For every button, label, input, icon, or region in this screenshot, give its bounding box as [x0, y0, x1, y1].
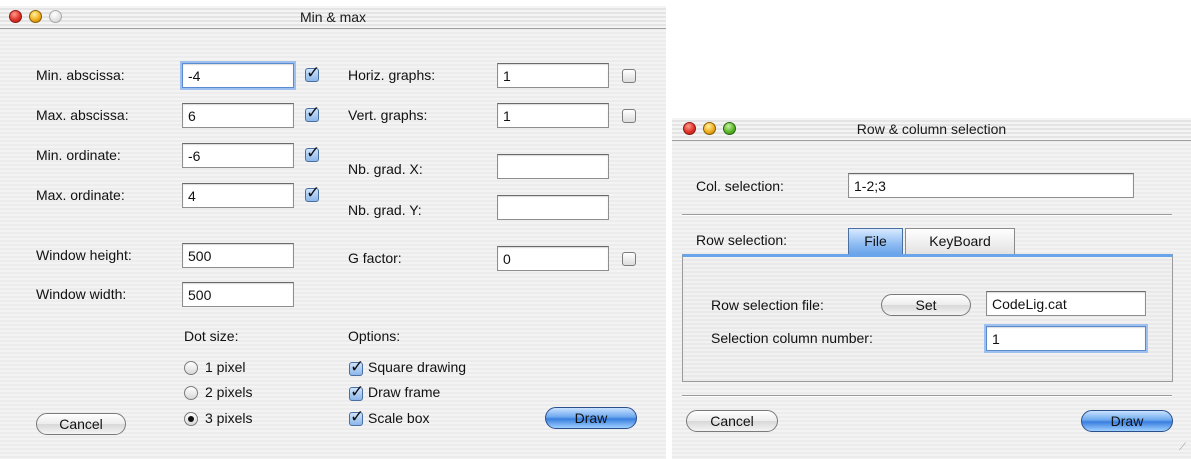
dot-size-label: Dot size: [184, 328, 239, 344]
check-icon: ✓ [306, 63, 321, 82]
window-title: Min & max [299, 9, 367, 25]
horiz-graphs-field[interactable]: 1 [497, 63, 609, 88]
tab-keyboard[interactable]: KeyBoard [905, 228, 1015, 254]
min-abscissa-checkbox[interactable]: ✓ [305, 64, 320, 82]
vert-graphs-checkbox[interactable] [622, 109, 636, 123]
titlebar[interactable]: Min & max [0, 6, 666, 29]
max-ordinate-field[interactable]: 4 [182, 183, 294, 208]
selection-column-field[interactable]: 1 [986, 326, 1146, 351]
square-drawing-checkbox[interactable]: ✓ [349, 358, 364, 376]
draw-button[interactable]: Draw [545, 407, 637, 429]
dot-size-option-2[interactable]: 2 pixels [205, 384, 252, 400]
nb-grad-y-label: Nb. grad. Y: [348, 202, 422, 218]
row-selection-file-field[interactable]: CodeLig.cat [986, 291, 1146, 316]
horiz-graphs-label: Horiz. graphs: [348, 67, 436, 83]
window-title: Row & column selection [856, 121, 1007, 137]
dot-size-radio-3[interactable] [184, 412, 198, 426]
draw-frame-checkbox[interactable]: ✓ [349, 383, 364, 401]
vert-graphs-field[interactable]: 1 [497, 103, 609, 128]
check-icon: ✓ [306, 143, 321, 162]
min-abscissa-field[interactable]: -4 [182, 63, 294, 88]
g-factor-label: G factor: [348, 250, 402, 266]
dot-size-option-3[interactable]: 3 pixels [205, 410, 252, 426]
scale-box-checkbox[interactable]: ✓ [349, 408, 364, 426]
selection-column-label: Selection column number: [711, 330, 873, 346]
nb-grad-x-field[interactable] [497, 154, 609, 179]
window-width-field[interactable]: 500 [182, 282, 294, 307]
nb-grad-x-label: Nb. grad. X: [348, 161, 423, 177]
window-height-field[interactable]: 500 [182, 243, 294, 268]
row-column-window: Row & column selection Col. selection: 1… [672, 118, 1191, 459]
check-icon: ✓ [306, 103, 321, 122]
check-icon: ✓ [350, 357, 365, 376]
dot-size-option-1[interactable]: 1 pixel [205, 359, 245, 375]
scale-box-label[interactable]: Scale box [368, 410, 429, 426]
cancel-button[interactable]: Cancel [686, 410, 778, 432]
min-max-window: Min & max Min. abscissa: -4 ✓ Max. absci… [0, 6, 666, 459]
separator [682, 214, 1172, 216]
min-ordinate-label: Min. ordinate: [36, 147, 121, 163]
options-label: Options: [348, 328, 401, 344]
max-abscissa-label: Max. abscissa: [36, 107, 129, 123]
min-ordinate-checkbox[interactable]: ✓ [305, 144, 320, 162]
window-height-label: Window height: [36, 247, 132, 263]
tab-panel-file: Row selection file: Set CodeLig.cat Sele… [682, 254, 1173, 382]
col-selection-field[interactable]: 1-2;3 [848, 173, 1134, 198]
dot-size-radio-2[interactable] [184, 386, 198, 400]
horiz-graphs-checkbox[interactable] [622, 69, 636, 83]
max-abscissa-checkbox[interactable]: ✓ [305, 104, 320, 122]
check-icon: ✓ [350, 407, 365, 426]
draw-frame-label[interactable]: Draw frame [368, 384, 440, 400]
min-ordinate-field[interactable]: -6 [182, 143, 294, 168]
nb-grad-y-field[interactable] [497, 195, 609, 220]
col-selection-label: Col. selection: [696, 178, 784, 194]
set-button[interactable]: Set [881, 294, 971, 316]
tab-file[interactable]: File [848, 228, 903, 254]
titlebar[interactable]: Row & column selection [672, 118, 1191, 141]
separator [682, 395, 1172, 397]
row-selection-label: Row selection: [696, 232, 788, 248]
square-drawing-label[interactable]: Square drawing [368, 359, 466, 375]
vert-graphs-label: Vert. graphs: [348, 107, 428, 123]
g-factor-field[interactable]: 0 [497, 246, 609, 271]
g-factor-checkbox[interactable] [622, 252, 636, 266]
max-ordinate-checkbox[interactable]: ✓ [305, 184, 320, 202]
cancel-button[interactable]: Cancel [36, 413, 126, 435]
min-abscissa-label: Min. abscissa: [36, 67, 125, 83]
draw-button[interactable]: Draw [1081, 410, 1173, 432]
dot-size-radio-1[interactable] [184, 361, 198, 375]
resize-handle-icon[interactable]: ⟋ [1179, 443, 1189, 453]
check-icon: ✓ [306, 183, 321, 202]
max-ordinate-label: Max. ordinate: [36, 187, 125, 203]
window-width-label: Window width: [36, 286, 127, 302]
max-abscissa-field[interactable]: 6 [182, 103, 294, 128]
row-selection-file-label: Row selection file: [711, 297, 824, 313]
check-icon: ✓ [350, 382, 365, 401]
